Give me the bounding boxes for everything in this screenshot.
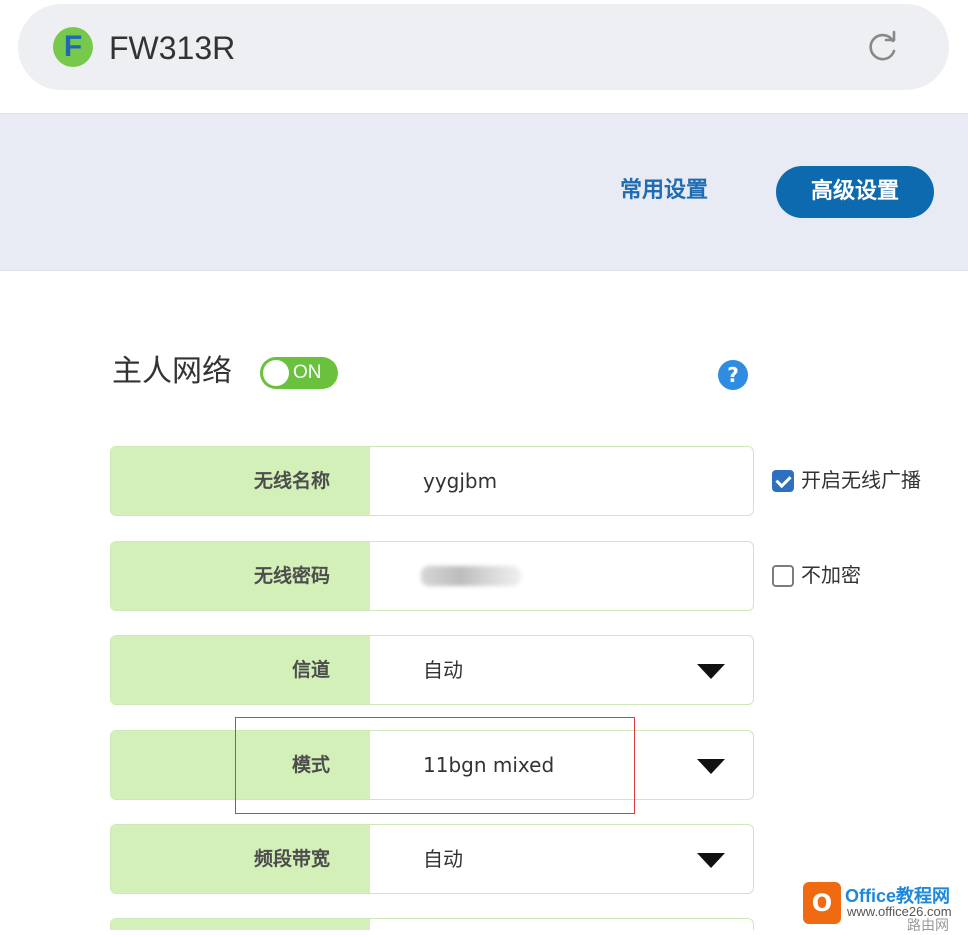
bandwidth-row: 频段带宽 自动 [110,824,754,894]
channel-row: 信道 自动 [110,635,754,705]
office-logo-icon: O [803,882,841,924]
reload-icon[interactable] [864,29,900,65]
chevron-down-icon[interactable] [697,853,725,868]
section-title: 主人网络 [112,354,232,389]
tab-advanced-settings[interactable]: 高级设置 [776,166,934,218]
channel-label: 信道 [111,636,370,704]
no-encryption-label: 不加密 [801,563,861,587]
site-logo-letter: F [63,30,83,63]
watermark: O Office教程网 www.office26.com 路由网 [803,880,968,934]
next-row-label [111,919,370,930]
broadcast-checkbox[interactable] [772,470,794,492]
toggle-knob [263,360,289,386]
no-encryption-checkbox[interactable] [772,565,794,587]
toggle-state-label: ON [293,362,322,383]
browser-top-bar: F FW313R [0,0,968,114]
settings-nav: 常用设置 高级设置 [0,114,968,271]
password-input-blurred[interactable] [421,566,521,586]
page-title: FW313R [109,30,236,66]
question-icon[interactable]: ? [718,360,748,390]
ssid-label: 无线名称 [111,447,370,515]
next-row-partial [110,918,754,930]
ssid-row: 无线名称 yygjbm [110,446,754,516]
highlight-box [235,717,635,814]
channel-select[interactable]: 自动 [423,636,463,704]
password-label: 无线密码 [111,542,370,610]
ssid-input[interactable]: yygjbm [423,447,497,515]
bandwidth-label: 频段带宽 [111,825,370,893]
chevron-down-icon[interactable] [697,664,725,679]
broadcast-label: 开启无线广播 [801,468,921,492]
address-bar[interactable]: F FW313R [18,4,949,90]
host-network-toggle[interactable]: ON [260,357,338,389]
tab-basic-settings[interactable]: 常用设置 [608,174,720,208]
site-logo: F [53,27,93,67]
watermark-source: 路由网 [907,918,949,934]
bandwidth-select[interactable]: 自动 [423,825,463,893]
chevron-down-icon[interactable] [697,759,725,774]
password-row: 无线密码 [110,541,754,611]
